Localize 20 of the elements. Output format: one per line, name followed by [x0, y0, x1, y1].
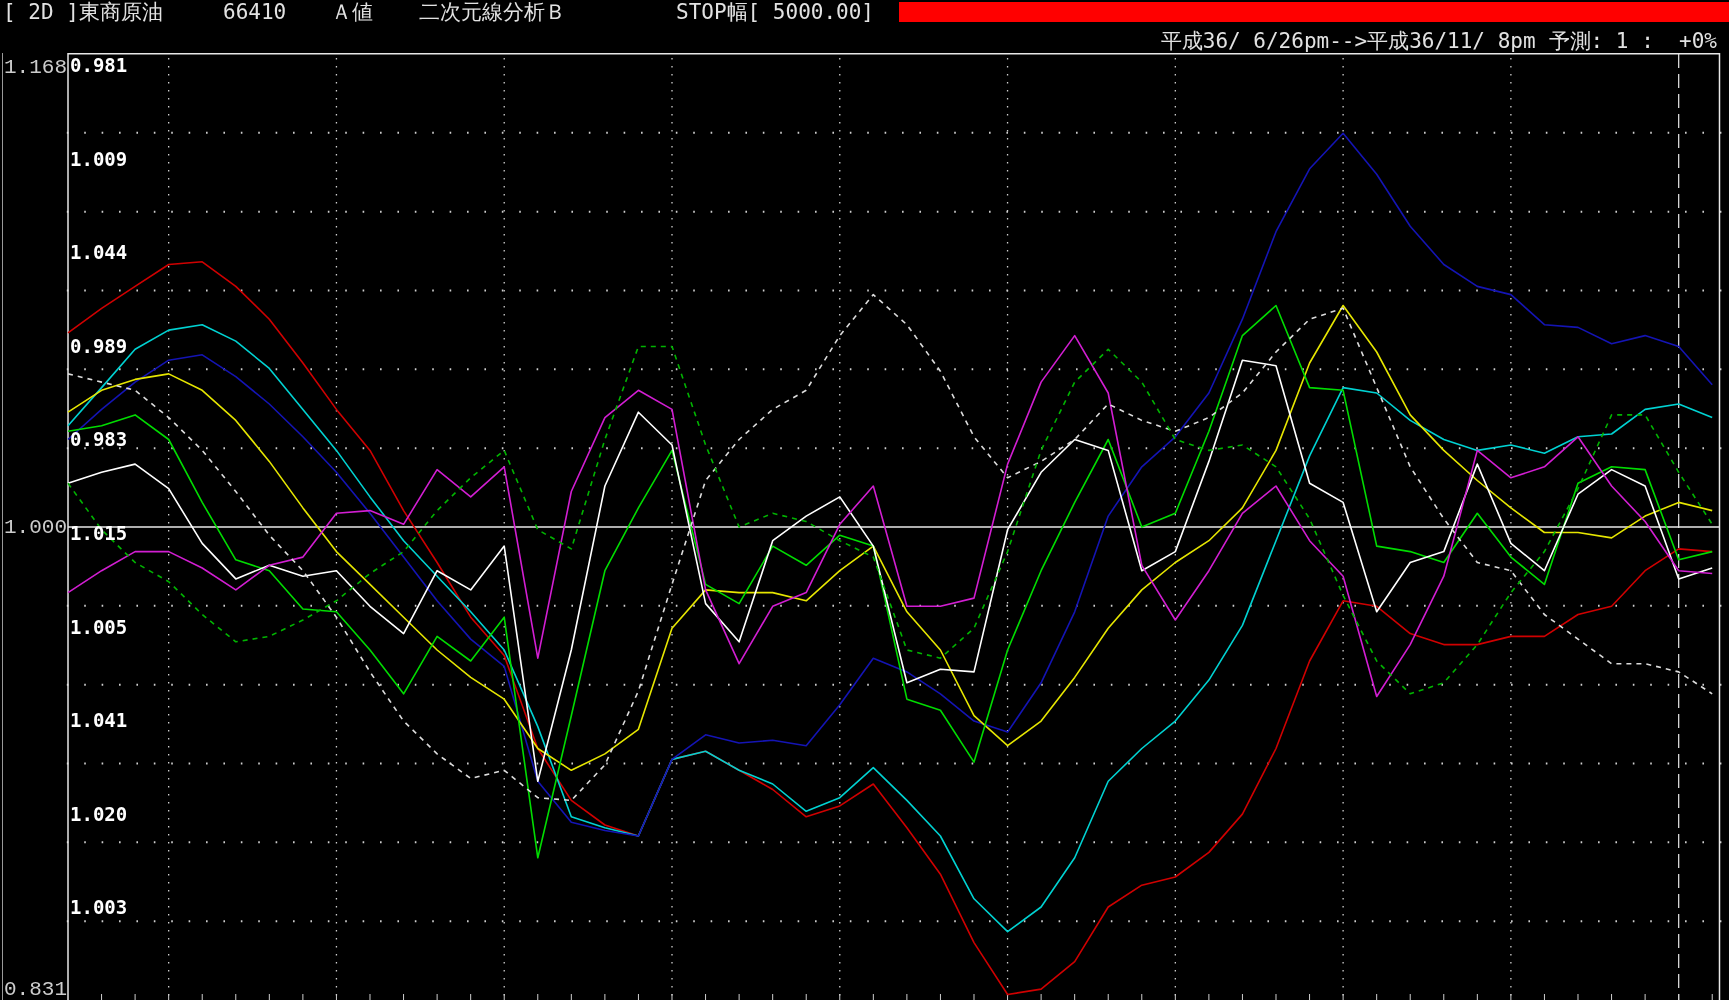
row-value-label: 1.005 [70, 615, 128, 638]
row-value-label: 0.983 [70, 428, 128, 451]
y-tick-label: 1.000 [4, 515, 67, 539]
row-value-label: 1.003 [70, 896, 128, 919]
value-type-label: Ａ値 [331, 0, 374, 24]
row-value-label: 0.981 [70, 54, 128, 76]
code-label: 66410 [223, 0, 288, 24]
row-value-label: 1.041 [70, 709, 128, 732]
row-value-label: 1.009 [70, 147, 128, 170]
instrument-label: [ 2D ]東商原油 [3, 0, 164, 24]
period-range: 平成36/ 6/26pm-->平成36/11/ 8pm [1160, 29, 1536, 53]
row-value-label: 1.020 [70, 802, 128, 825]
stop-width-label: STOP幅[ 5000.00] [676, 0, 875, 24]
row-value-label: 0.989 [70, 334, 128, 357]
y-tick-label: 1.168 [4, 56, 67, 80]
row-value-label: 1.044 [70, 241, 128, 264]
row-value-label: 1.015 [70, 522, 128, 544]
analysis-label: 二次元線分析Ｂ [419, 0, 567, 24]
forecast-label: 予測: 1 : +0% [1548, 29, 1717, 53]
y-tick-label: 0.831 [4, 977, 67, 1000]
